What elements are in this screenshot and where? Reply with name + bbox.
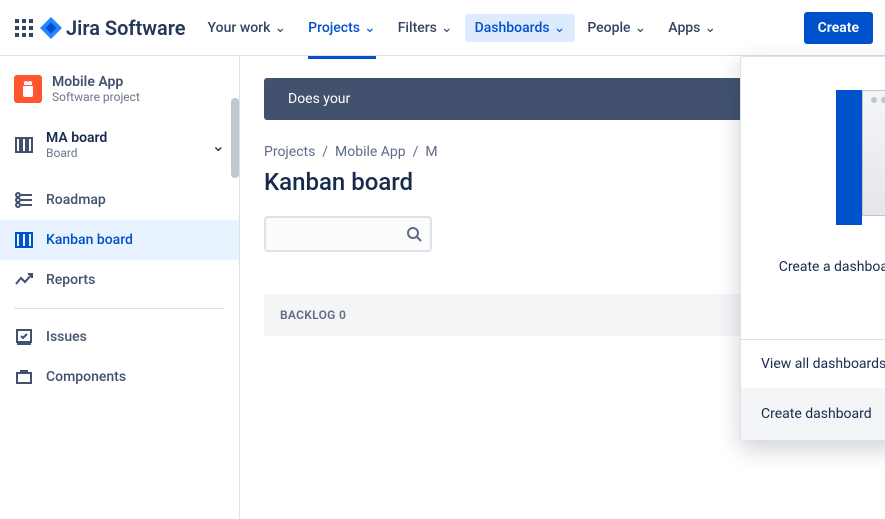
chevron-down-icon: ⌄ bbox=[554, 20, 566, 36]
nav-people[interactable]: People⌄ bbox=[577, 14, 656, 42]
nav-filters[interactable]: Filters⌄ bbox=[388, 14, 463, 42]
chevron-down-icon: ⌄ bbox=[635, 20, 647, 36]
sidebar-item-label: Issues bbox=[46, 329, 87, 345]
breadcrumb-current[interactable]: M bbox=[425, 144, 437, 160]
project-type: Software project bbox=[52, 90, 140, 104]
search-input[interactable] bbox=[264, 216, 432, 252]
breadcrumb-mobile-app[interactable]: Mobile App bbox=[335, 144, 406, 160]
create-button[interactable]: Create bbox=[804, 12, 873, 44]
breadcrumb-projects[interactable]: Projects bbox=[264, 144, 315, 160]
reports-icon bbox=[14, 270, 34, 290]
brand-text: Jira Software bbox=[66, 16, 186, 40]
nav-your-work[interactable]: Your work⌄ bbox=[198, 14, 297, 42]
project-icon bbox=[14, 75, 42, 103]
sidebar-item-label: Reports bbox=[46, 272, 95, 288]
sidebar-item-kanban[interactable]: Kanban board bbox=[0, 220, 239, 260]
popover-description: Create a dashboard to track the status o… bbox=[741, 257, 885, 305]
project-name: Mobile App bbox=[52, 74, 140, 90]
jira-icon bbox=[40, 17, 62, 39]
primary-nav: Your work⌄ Projects⌄ Filters⌄ Dashboards… bbox=[198, 14, 727, 42]
project-header[interactable]: Mobile App Software project bbox=[14, 74, 225, 104]
sidebar-item-label: Kanban board bbox=[46, 232, 133, 248]
chevron-down-icon: ⌄ bbox=[441, 20, 453, 36]
top-nav: Jira Software Your work⌄ Projects⌄ Filte… bbox=[0, 0, 885, 56]
sidebar-item-label: Components bbox=[46, 369, 126, 385]
jira-logo[interactable]: Jira Software bbox=[40, 16, 186, 40]
chevron-down-icon: ⌄ bbox=[274, 20, 286, 36]
chevron-down-icon: ⌄ bbox=[704, 20, 716, 36]
roadmap-icon bbox=[14, 190, 34, 210]
create-dashboard[interactable]: Create dashboard bbox=[741, 388, 885, 440]
main-content: Does your tand Projects / Mobile App / M… bbox=[240, 56, 885, 519]
sidebar-item-components[interactable]: Components bbox=[0, 357, 239, 397]
dashboards-popover: Create a dashboard to track the status o… bbox=[740, 56, 885, 441]
chevron-down-icon: ⌄ bbox=[212, 136, 225, 155]
scrollbar-thumb[interactable] bbox=[231, 98, 239, 178]
board-selector[interactable]: MA board Board ⌄ bbox=[14, 124, 225, 166]
board-sub: Board bbox=[46, 146, 107, 160]
board-icon bbox=[14, 135, 34, 155]
issues-icon bbox=[14, 327, 34, 347]
app-switcher-icon[interactable] bbox=[12, 16, 36, 40]
board-name: MA board bbox=[46, 130, 107, 146]
search-icon bbox=[406, 226, 422, 242]
view-all-dashboards[interactable]: View all dashboards bbox=[741, 340, 885, 388]
popover-illustration bbox=[741, 57, 885, 257]
board-icon bbox=[14, 230, 34, 250]
nav-apps[interactable]: Apps⌄ bbox=[658, 14, 726, 42]
components-icon bbox=[14, 367, 34, 387]
sidebar-item-reports[interactable]: Reports bbox=[0, 260, 239, 300]
banner-text-left: Does your bbox=[288, 91, 350, 107]
learn-more-link[interactable]: Learn more bbox=[741, 305, 885, 339]
sidebar-item-label: Roadmap bbox=[46, 192, 106, 208]
nav-projects[interactable]: Projects⌄ bbox=[298, 14, 386, 42]
sidebar-item-issues[interactable]: Issues bbox=[0, 317, 239, 357]
sidebar: Mobile App Software project MA board Boa… bbox=[0, 56, 240, 519]
sidebar-item-roadmap[interactable]: Roadmap bbox=[0, 180, 239, 220]
chevron-down-icon: ⌄ bbox=[364, 20, 376, 36]
nav-dashboards[interactable]: Dashboards⌄ bbox=[465, 14, 576, 42]
sidebar-divider bbox=[14, 308, 225, 309]
